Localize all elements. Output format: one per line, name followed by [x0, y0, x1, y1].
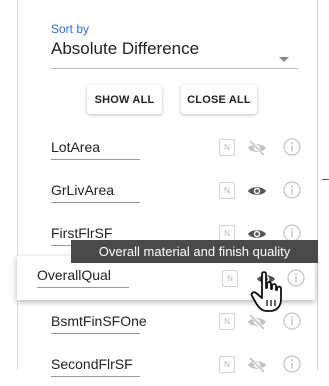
feature-name[interactable]: LotArea — [51, 139, 100, 155]
feature-name[interactable]: BsmtFinSFOne — [51, 313, 147, 329]
numeric-type-badge: N — [222, 270, 238, 287]
eye-off-icon[interactable] — [247, 357, 267, 373]
feature-row-grlivarea[interactable]: GrLivArea N — [17, 172, 318, 212]
eye-off-icon[interactable] — [247, 140, 267, 156]
feature-name[interactable]: FirstFlrSF — [51, 225, 112, 241]
sort-select-underline — [51, 68, 298, 69]
feature-name[interactable]: OverallQual — [37, 267, 111, 283]
numeric-type-badge: N — [219, 356, 235, 373]
hand-pointer-cursor-icon — [250, 271, 282, 312]
numeric-type-badge: N — [219, 139, 235, 156]
info-icon[interactable] — [283, 312, 301, 330]
numeric-type-badge: N — [219, 182, 235, 199]
info-icon[interactable] — [283, 355, 301, 373]
feature-name-underline — [51, 159, 140, 160]
feature-name-underline — [51, 376, 140, 377]
feature-row-secondflrsf[interactable]: SecondFlrSF N — [17, 346, 318, 386]
numeric-type-badge: N — [219, 313, 235, 330]
info-icon[interactable] — [283, 181, 301, 199]
feature-name-underline — [51, 202, 140, 203]
chevron-down-icon[interactable] — [279, 57, 289, 62]
eye-icon[interactable] — [247, 183, 267, 199]
sort-by-select[interactable]: Absolute Difference — [51, 39, 199, 59]
feature-name-underline — [37, 287, 129, 288]
sort-by-label: Sort by — [51, 22, 90, 36]
close-all-button[interactable]: CLOSE ALL — [181, 85, 257, 114]
eye-off-icon[interactable] — [247, 314, 267, 330]
info-icon[interactable] — [283, 138, 301, 156]
side-divider-mark — [322, 179, 329, 180]
feature-description-tooltip: Overall material and finish quality — [71, 240, 318, 263]
feature-row-lotarea[interactable]: LotArea N — [17, 129, 318, 169]
feature-name[interactable]: GrLivArea — [51, 182, 114, 198]
show-all-button[interactable]: SHOW ALL — [87, 85, 162, 114]
feature-name-underline — [51, 333, 140, 334]
